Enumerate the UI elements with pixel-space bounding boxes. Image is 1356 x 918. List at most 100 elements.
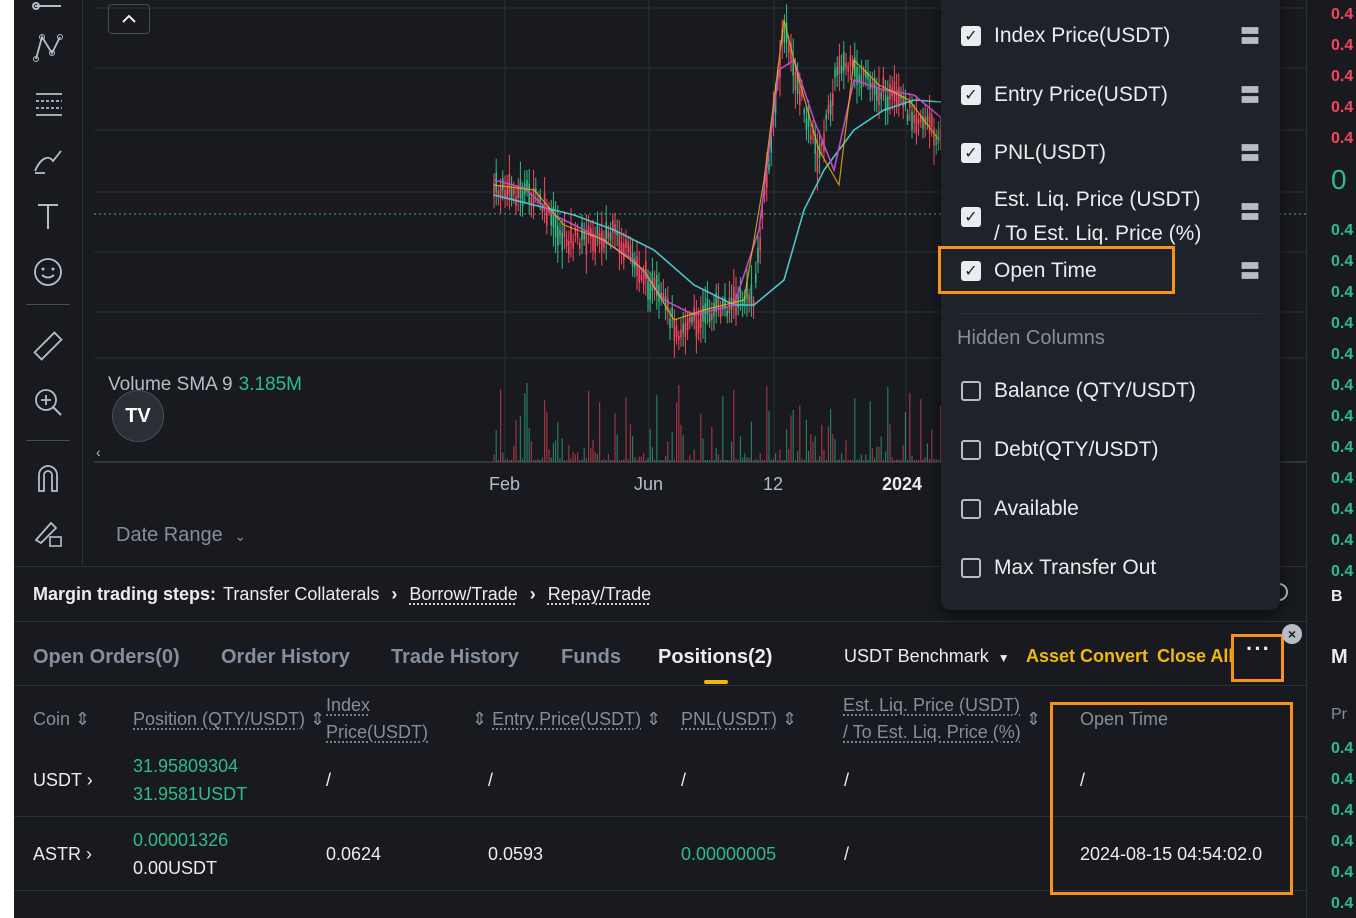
drag-handle-icon[interactable]: 〓 (1240, 255, 1260, 284)
volume-bar (728, 459, 730, 462)
candle-body (805, 119, 808, 130)
text-tool-icon[interactable] (28, 196, 68, 236)
chevron-down-icon: ⌄ (234, 528, 247, 544)
volume-bar (748, 457, 750, 462)
step-repay-trade[interactable]: Repay/Trade (548, 584, 651, 605)
drag-handle-icon[interactable]: 〓 (1240, 79, 1260, 108)
magnet-icon[interactable] (28, 458, 68, 498)
volume-bar (902, 444, 904, 462)
col-header-coin[interactable]: Coin ⇕ (33, 706, 90, 733)
brush-tool-icon[interactable] (28, 140, 68, 180)
volume-bar (689, 455, 691, 462)
open-time-column-highlight (1050, 702, 1293, 895)
col-header-index-price[interactable]: Index Price(USDT) (326, 692, 428, 746)
volume-bar (889, 424, 891, 462)
checkbox-checked-icon[interactable]: ✓ (961, 85, 981, 105)
column-option-max-transfer-out[interactable]: Max Transfer Out (961, 556, 1156, 580)
volume-bar (744, 453, 746, 462)
line-tool-icon[interactable] (28, 0, 68, 26)
checkbox-unchecked-icon[interactable] (961, 381, 981, 401)
tab-trade-history[interactable]: Trade History (391, 646, 519, 669)
scroll-left-icon[interactable]: ‹ (96, 444, 101, 460)
column-option-index-price[interactable]: ✓ Index Price(USDT) (961, 24, 1170, 48)
volume-bar (640, 456, 642, 462)
volume-bar (563, 459, 565, 462)
volume-bar (911, 455, 913, 462)
trading-app: Volume SMA 9 3.185M TV ‹ Feb Jun 12 2024 … (14, 0, 1356, 918)
close-icon[interactable]: × (1282, 624, 1302, 644)
candle-body (829, 100, 832, 115)
candle-body (832, 93, 834, 106)
tab-positions[interactable]: Positions(2) (658, 646, 772, 669)
candle-body (506, 187, 508, 198)
candle-body (642, 274, 645, 285)
emoji-tool-icon[interactable] (28, 252, 68, 292)
checkbox-checked-icon[interactable]: ✓ (961, 26, 981, 46)
candle-body (880, 92, 882, 100)
checkbox-checked-icon[interactable]: ✓ (961, 207, 981, 227)
column-option-liq-price[interactable]: ✓ Est. Liq. Price (USDT) / To Est. Liq. P… (961, 183, 1201, 251)
collapse-chart-button[interactable] (108, 4, 150, 34)
candle-body (695, 315, 698, 337)
table-row-coin[interactable]: ASTR › (33, 840, 92, 868)
col-header-liq-price[interactable]: Est. Liq. Price (USDT) / To Est. Liq. Pri… (843, 692, 1021, 746)
column-option-entry-price[interactable]: ✓ Entry Price(USDT) (961, 83, 1168, 107)
volume-bar (550, 457, 552, 462)
order-book-price: 0.4 (1331, 439, 1354, 456)
ruler-tool-icon[interactable] (28, 326, 68, 366)
tradingview-logo[interactable]: TV (112, 390, 164, 442)
volume-bar (816, 459, 818, 462)
asset-convert-button[interactable]: Asset Convert (1026, 646, 1148, 667)
tab-order-history[interactable]: Order History (221, 646, 350, 669)
volume-bar (878, 446, 880, 462)
volume-bar (519, 416, 521, 462)
pattern-tool-icon[interactable] (28, 28, 68, 68)
sort-icon[interactable]: ⇕ (1026, 706, 1041, 733)
volume-bar (601, 459, 603, 462)
drag-handle-icon[interactable]: 〓 (1240, 20, 1260, 49)
sort-icon: ⇕ (472, 709, 488, 729)
table-row-coin[interactable]: USDT › (33, 766, 93, 794)
zoom-in-icon[interactable] (28, 382, 68, 422)
step-borrow-trade[interactable]: Borrow/Trade (409, 584, 517, 605)
tab-open-orders[interactable]: Open Orders(0) (33, 646, 180, 669)
volume-bar (581, 459, 583, 462)
candle-body (917, 118, 920, 124)
candle-body (752, 300, 755, 308)
col-header-entry-price[interactable]: ⇕ Entry Price(USDT) ⇕ (472, 706, 661, 733)
dropdown-divider (957, 313, 1263, 314)
drag-handle-icon[interactable]: 〓 (1240, 196, 1260, 225)
candle-body (625, 239, 627, 248)
checkbox-unchecked-icon[interactable] (961, 440, 981, 460)
col-header-position[interactable]: Position (QTY/USDT) ⇕ (133, 706, 325, 733)
lock-drawing-icon[interactable] (28, 512, 68, 552)
volume-bar (493, 454, 495, 462)
benchmark-selector[interactable]: USDT Benchmark ▼ (844, 646, 1010, 667)
tab-funds[interactable]: Funds (561, 646, 621, 669)
col-header-pnl[interactable]: PNL(USDT) ⇕ (681, 706, 797, 733)
checkbox-unchecked-icon[interactable] (961, 558, 981, 578)
entry-price-header-label: Entry Price(USDT) (492, 709, 642, 729)
column-option-balance[interactable]: Balance (QTY/USDT) (961, 379, 1196, 403)
volume-bar (594, 451, 596, 462)
column-option-debt[interactable]: Debt(QTY/USDT) (961, 438, 1159, 462)
date-range-selector[interactable]: Date Range ⌄ (116, 524, 246, 547)
volume-bar (555, 440, 557, 462)
candle-body (748, 294, 750, 304)
volume-bar (680, 424, 682, 462)
candle-body (750, 284, 753, 306)
step-transfer-collaterals[interactable]: Transfer Collaterals (223, 584, 379, 605)
column-option-pnl[interactable]: ✓ PNL(USDT) (961, 141, 1106, 165)
volume-bar (770, 459, 772, 462)
column-option-available[interactable]: Available (961, 497, 1079, 521)
candle-body (898, 87, 900, 107)
checkbox-checked-icon[interactable]: ✓ (961, 143, 981, 163)
checkbox-unchecked-icon[interactable] (961, 499, 981, 519)
drag-handle-icon[interactable]: 〓 (1240, 137, 1260, 166)
fib-tool-icon[interactable] (28, 84, 68, 124)
liq-price-value: / (844, 844, 850, 864)
candle-body (669, 318, 671, 329)
close-all-button[interactable]: Close All (1157, 646, 1233, 667)
volume-bar (766, 386, 768, 462)
candle-body (579, 242, 581, 249)
